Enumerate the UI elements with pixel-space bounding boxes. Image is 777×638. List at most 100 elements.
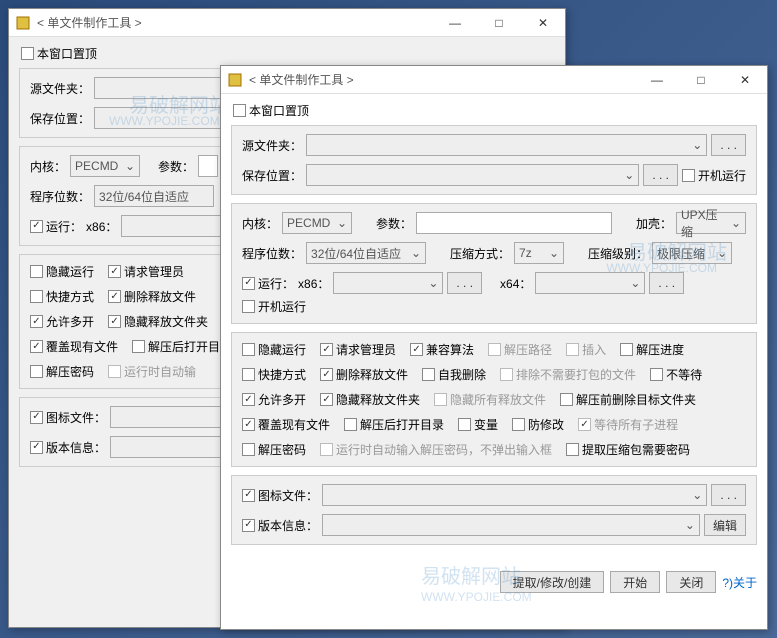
unzip-progress-checkbox[interactable]: 解压进度: [620, 341, 684, 358]
source-folder-browse-button[interactable]: . . .: [711, 134, 746, 156]
shell-label: 加壳：: [636, 215, 672, 232]
x86-label: x86：: [298, 275, 329, 292]
chevron-down-icon: ⌄: [428, 276, 438, 290]
group-core: 内核： PECMD⌄ 参数： 加壳： UPX压缩⌄ 程序位数： 32位/64位自…: [231, 203, 757, 324]
compress-method-combo[interactable]: 7z⌄: [514, 242, 564, 264]
run-checkbox[interactable]: 运行：: [30, 218, 82, 235]
maximize-button[interactable]: □: [477, 9, 521, 37]
hint-pkg-pwd-checkbox[interactable]: 提取压缩包需要密码: [566, 441, 690, 458]
boot-run-checkbox-2[interactable]: 开机运行: [242, 298, 306, 315]
icon-file-browse-button[interactable]: . . .: [711, 484, 746, 506]
kernel-label: 内核：: [242, 215, 278, 232]
x86-browse-button[interactable]: . . .: [447, 272, 482, 294]
app-icon: [227, 72, 243, 88]
titlebar-front[interactable]: < 单文件制作工具 > — □ ✕: [221, 66, 767, 94]
boot-run-checkbox[interactable]: 开机运行: [682, 167, 746, 184]
save-location-combo[interactable]: ⌄: [306, 164, 639, 186]
maximize-button[interactable]: □: [679, 66, 723, 94]
source-folder-label: 源文件夹：: [242, 137, 302, 154]
req-admin-checkbox[interactable]: 请求管理员: [108, 263, 184, 280]
open-after-checkbox[interactable]: 解压后打开目录: [344, 416, 444, 433]
hidden-run-checkbox[interactable]: 隐藏运行: [242, 341, 306, 358]
app-icon: [15, 15, 31, 31]
shell-combo[interactable]: UPX压缩⌄: [676, 212, 746, 234]
del-extract-checkbox[interactable]: 删除释放文件: [320, 366, 408, 383]
chevron-down-icon: ⌄: [411, 246, 421, 260]
allow-multi-checkbox[interactable]: 允许多开: [242, 391, 306, 408]
chevron-down-icon: ⌄: [731, 216, 741, 230]
kernel-combo[interactable]: PECMD⌄: [70, 155, 140, 177]
auto-pwd-checkbox: 运行时自动输入解压密码，不弹出输入框: [320, 441, 552, 458]
unzip-pwd-checkbox[interactable]: 解压密码: [30, 363, 94, 380]
unzip-path-checkbox: 解压路径: [488, 341, 552, 358]
allow-multi-checkbox[interactable]: 允许多开: [30, 313, 94, 330]
anti-modify-checkbox[interactable]: 防修改: [512, 416, 564, 433]
chevron-down-icon: ⌄: [630, 276, 640, 290]
hidden-run-checkbox[interactable]: 隐藏运行: [30, 263, 94, 280]
chevron-down-icon: ⌄: [125, 159, 135, 173]
compress-level-combo[interactable]: 极限压缩⌄: [652, 242, 732, 264]
del-extract-checkbox[interactable]: 删除释放文件: [108, 288, 196, 305]
params-input[interactable]: [416, 212, 612, 234]
chevron-down-icon: ⌄: [549, 246, 559, 260]
x64-label: x64：: [500, 275, 531, 292]
bottom-buttons: 提取/修改/创建 开始 关闭 ?)关于: [221, 563, 767, 601]
minimize-button[interactable]: —: [433, 9, 477, 37]
chevron-down-icon: ⌄: [717, 246, 727, 260]
hide-all-extract-checkbox: 隐藏所有释放文件: [434, 391, 546, 408]
hide-extract-folder-checkbox[interactable]: 隐藏释放文件夹: [320, 391, 420, 408]
x86-label: x86：: [86, 218, 117, 235]
variable-checkbox[interactable]: 变量: [458, 416, 498, 433]
arch-label: 程序位数：: [242, 245, 302, 262]
close-button[interactable]: ✕: [723, 66, 767, 94]
source-folder-combo[interactable]: ⌄: [306, 134, 707, 156]
params-label: 参数：: [158, 158, 194, 175]
window-body-front: 本窗口置顶 源文件夹： ⌄ . . . 保存位置： ⌄ . . . 开机运行 内…: [221, 94, 767, 563]
version-info-combo[interactable]: ⌄: [322, 514, 700, 536]
chevron-down-icon: ⌄: [685, 518, 695, 532]
run-checkbox[interactable]: 运行：: [242, 275, 294, 292]
version-edit-button[interactable]: 编辑: [704, 514, 746, 536]
chevron-down-icon: ⌄: [337, 216, 347, 230]
x64-combo[interactable]: ⌄: [535, 272, 645, 294]
hide-extract-folder-checkbox[interactable]: 隐藏释放文件夹: [108, 313, 208, 330]
shortcut-checkbox[interactable]: 快捷方式: [242, 366, 306, 383]
req-admin-checkbox[interactable]: 请求管理员: [320, 341, 396, 358]
start-button[interactable]: 开始: [610, 571, 660, 593]
compat-algo-checkbox[interactable]: 兼容算法: [410, 341, 474, 358]
del-target-before-checkbox[interactable]: 解压前删除目标文件夹: [560, 391, 696, 408]
kernel-combo[interactable]: PECMD⌄: [282, 212, 352, 234]
arch-combo[interactable]: 32位/64位自适应⌄: [306, 242, 426, 264]
kernel-label: 内核：: [30, 158, 66, 175]
pin-checkbox[interactable]: 本窗口置顶: [233, 102, 309, 119]
params-label: 参数：: [376, 215, 412, 232]
icon-file-combo[interactable]: ⌄: [322, 484, 707, 506]
open-after-checkbox[interactable]: 解压后打开目录: [132, 338, 232, 355]
extract-button[interactable]: 提取/修改/创建: [500, 571, 605, 593]
about-link[interactable]: ?)关于: [722, 574, 757, 591]
titlebar-back[interactable]: < 单文件制作工具 > — □ ✕: [9, 9, 565, 37]
icon-file-checkbox[interactable]: 图标文件：: [242, 487, 318, 504]
unzip-pwd-checkbox[interactable]: 解压密码: [242, 441, 306, 458]
window-title: < 单文件制作工具 >: [249, 71, 635, 88]
compress-method-label: 压缩方式：: [450, 245, 510, 262]
icon-file-checkbox[interactable]: 图标文件：: [30, 409, 106, 426]
close-button[interactable]: ✕: [521, 9, 565, 37]
overwrite-checkbox[interactable]: 覆盖现有文件: [30, 338, 118, 355]
self-delete-checkbox[interactable]: 自我删除: [422, 366, 486, 383]
pin-checkbox[interactable]: 本窗口置顶: [21, 45, 97, 62]
close-app-button[interactable]: 关闭: [666, 571, 716, 593]
params-input[interactable]: [198, 155, 218, 177]
x64-browse-button[interactable]: . . .: [649, 272, 684, 294]
version-info-checkbox[interactable]: 版本信息：: [242, 517, 318, 534]
shortcut-checkbox[interactable]: 快捷方式: [30, 288, 94, 305]
save-location-browse-button[interactable]: . . .: [643, 164, 678, 186]
arch-combo[interactable]: 32位/64位自适应: [94, 185, 214, 207]
version-info-checkbox[interactable]: 版本信息：: [30, 439, 106, 456]
source-folder-label: 源文件夹：: [30, 80, 90, 97]
chevron-down-icon: ⌄: [692, 488, 702, 502]
no-wait-checkbox[interactable]: 不等待: [650, 366, 702, 383]
x86-combo[interactable]: ⌄: [333, 272, 443, 294]
overwrite-checkbox[interactable]: 覆盖现有文件: [242, 416, 330, 433]
minimize-button[interactable]: —: [635, 66, 679, 94]
